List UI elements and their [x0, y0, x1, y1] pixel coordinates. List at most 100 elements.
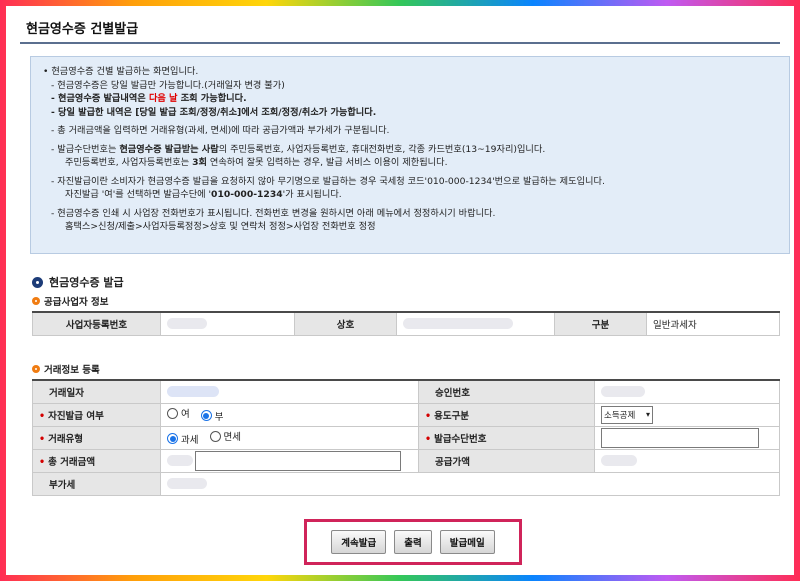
txn-type-label: • 거래유형 — [32, 425, 161, 450]
action-button-group: 계속발급 출력 발급메일 — [304, 519, 522, 565]
radio-off-icon — [209, 430, 221, 442]
required-mark: • — [39, 433, 46, 445]
means-no-cell — [594, 425, 780, 450]
means-no-input[interactable] — [601, 427, 759, 448]
self-issue-label: • 자진발급 여부 — [32, 402, 161, 427]
notice-line-4: - 총 거래금액을 입력하면 거래유형(과세, 면세)에 따라 공급가액과 부가… — [51, 125, 390, 136]
radio-off-icon — [167, 407, 178, 419]
approval-no-label: 승인번호 — [418, 379, 595, 404]
self-issue-options: 여 부 — [160, 402, 419, 427]
txn-title: 거래정보 등록 — [32, 362, 100, 376]
total-amount-redacted — [167, 455, 193, 466]
notice-line-5-sub-c: 연속하여 잘못 입력하는 경우, 발급 서비스 이용이 제한됩니다. — [206, 157, 448, 168]
notice-line-5: - 발급수단번호는 현금영수증 발급받는 사람의 주민등록번호, 사업자등록번호… — [43, 143, 779, 157]
notice-line-1: - 현금영수증은 당일 발급만 가능합니다.(거래일자 변경 불가) — [51, 79, 285, 91]
txn-date-label: 거래일자 — [32, 379, 161, 404]
notice-line-6-sub-b: 010-000-1234 — [211, 189, 283, 200]
notice-line-2a: - 현금영수증 발급내역은 — [51, 93, 149, 104]
approval-no-value — [594, 379, 780, 404]
send-mail-button[interactable]: 발급메일 — [439, 530, 495, 554]
txn-date-redacted — [167, 386, 219, 398]
main-frame: 현금영수증 건별발급 현금영수증 건별 발급하는 화면입니다. - 현금영수증은… — [6, 6, 794, 575]
notice-line-2b: 조회 가능합니다. — [177, 93, 247, 104]
means-no-label-text: 발급수단번호 — [434, 433, 487, 445]
notice-line-2: - 현금영수증 발급내역은 다음 날 조회 가능합니다. — [43, 92, 779, 106]
supply-amount-label: 공급가액 — [418, 448, 595, 473]
required-mark: • — [39, 456, 46, 468]
self-issue-no-label: 부 — [214, 411, 224, 423]
radio-on-icon — [200, 410, 212, 422]
vat-redacted — [167, 478, 207, 489]
notice-line-6-sub-a: 자진발급 '여'를 선택하면 발급수단에 ' — [65, 189, 212, 200]
biz-no-value — [160, 311, 295, 336]
notice-line-5-sub-a: 주민등록번호, 사업자등록번호는 — [65, 157, 193, 168]
supplier-title-text: 공급사업자 정보 — [44, 297, 109, 308]
txn-title-text: 거래정보 등록 — [44, 365, 100, 376]
biz-type-label: 구분 — [554, 311, 647, 336]
txn-date-value — [160, 379, 419, 404]
required-mark: • — [39, 410, 46, 422]
taxable-label: 과세 — [181, 434, 199, 446]
bullet-icon — [32, 297, 40, 305]
chevron-down-icon: ▾ — [645, 410, 650, 419]
exempt-label: 면세 — [223, 432, 241, 444]
notice-box: 현금영수증 건별 발급하는 화면입니다. - 현금영수증은 당일 발급만 가능합… — [30, 56, 790, 254]
self-issue-yes-label: 여 — [181, 409, 190, 421]
notice-line-5b: 현금영수증 발급받는 사람 — [119, 143, 219, 155]
txn-type-options: 과세 면세 — [160, 425, 419, 450]
total-amount-label-text: 총 거래금액 — [48, 456, 96, 468]
vat-label: 부가세 — [32, 471, 161, 496]
notice-line-5-sub: 주민등록번호, 사업자등록번호는 3회 연속하여 잘못 입력하는 경우, 발급 … — [43, 156, 779, 170]
supplier-title: 공급사업자 정보 — [32, 294, 109, 308]
self-issue-yes-radio[interactable]: 여 — [167, 406, 190, 420]
taxable-radio[interactable]: 과세 — [167, 432, 198, 446]
self-issue-no-radio[interactable]: 부 — [200, 409, 224, 423]
usage-select[interactable]: 소득공제 ▾ — [601, 405, 653, 424]
notice-line-3-text: - 당일 발급한 내역은 [당일 발급 조회/정정/취소]에서 조회/정정/취소… — [51, 106, 377, 118]
txn-type-label-text: 거래유형 — [48, 433, 84, 445]
approval-no-redacted — [601, 386, 645, 398]
self-issue-label-text: 자진발급 여부 — [48, 410, 104, 422]
title-divider — [20, 42, 780, 44]
continue-issue-button[interactable]: 계속발급 — [331, 530, 387, 554]
biz-no-label: 사업자등록번호 — [32, 311, 161, 336]
supplier-table: 사업자등록번호 상호 구분 일반과세자 — [32, 311, 780, 336]
usage-select-value: 소득공제 — [604, 410, 636, 421]
section-title: 현금영수증 발급 — [32, 274, 124, 290]
notice-line-5-sub-b: 3회 — [192, 157, 207, 168]
txn-table: 거래일자 승인번호 • 자진발급 여부 여 부 • 용도구분 소득공제 ▾ • 거래유형… — [32, 379, 780, 496]
notice-next-day: 다음 날 — [148, 93, 178, 104]
section-bullet-icon — [32, 276, 43, 288]
page-title: 현금영수증 건별발급 — [26, 22, 139, 37]
total-amount-label: • 총 거래금액 — [32, 448, 161, 473]
supply-amount-redacted — [601, 455, 637, 466]
usage-cell: 소득공제 ▾ — [594, 402, 780, 427]
total-amount-cell — [160, 448, 419, 473]
biz-type-value: 일반과세자 — [646, 311, 780, 336]
notice-line-5a: - 발급수단번호는 — [51, 143, 120, 155]
required-mark: • — [425, 410, 432, 422]
section-title-text: 현금영수증 발급 — [49, 276, 124, 289]
usage-label: • 용도구분 — [418, 402, 595, 427]
notice-line-6-sub: 자진발급 '여'를 선택하면 발급수단에 '010-000-1234'가 표시됩… — [43, 188, 779, 202]
vat-value — [160, 471, 780, 496]
notice-line-6-sub-c: '가 표시됩니다. — [282, 189, 342, 200]
total-amount-input[interactable] — [195, 450, 401, 471]
supply-amount-value — [594, 448, 780, 473]
company-name-value — [396, 311, 555, 336]
required-mark: • — [425, 433, 432, 445]
print-button[interactable]: 출력 — [394, 530, 432, 554]
exempt-radio[interactable]: 면세 — [209, 429, 241, 444]
notice-line-7-sub: 홈택스>신청/제출>사업자등록정정>상호 및 연락처 정정>사업장 전화번호 정… — [65, 221, 376, 232]
radio-on-icon — [167, 433, 178, 445]
company-name-label: 상호 — [294, 311, 397, 336]
usage-label-text: 용도구분 — [434, 410, 470, 422]
company-name-redacted — [403, 318, 513, 330]
notice-line-3: - 당일 발급한 내역은 [당일 발급 조회/정정/취소]에서 조회/정정/취소… — [43, 106, 779, 120]
biz-no-redacted — [167, 318, 207, 330]
notice-line-7: - 현금영수증 인쇄 시 사업장 전화번호가 표시됩니다. 전화번호 변경을 원… — [51, 207, 496, 219]
notice-line-5c: 의 주민등록번호, 사업자등록번호, 휴대전화번호, 각종 카드번호(13~19… — [218, 143, 546, 155]
means-no-label: • 발급수단번호 — [418, 425, 595, 450]
notice-intro: 현금영수증 건별 발급하는 화면입니다. — [43, 65, 779, 79]
notice-line-6: - 자진발급이란 소비자가 현금영수증 발급을 요청하지 않아 무기명으로 발급… — [51, 175, 605, 187]
